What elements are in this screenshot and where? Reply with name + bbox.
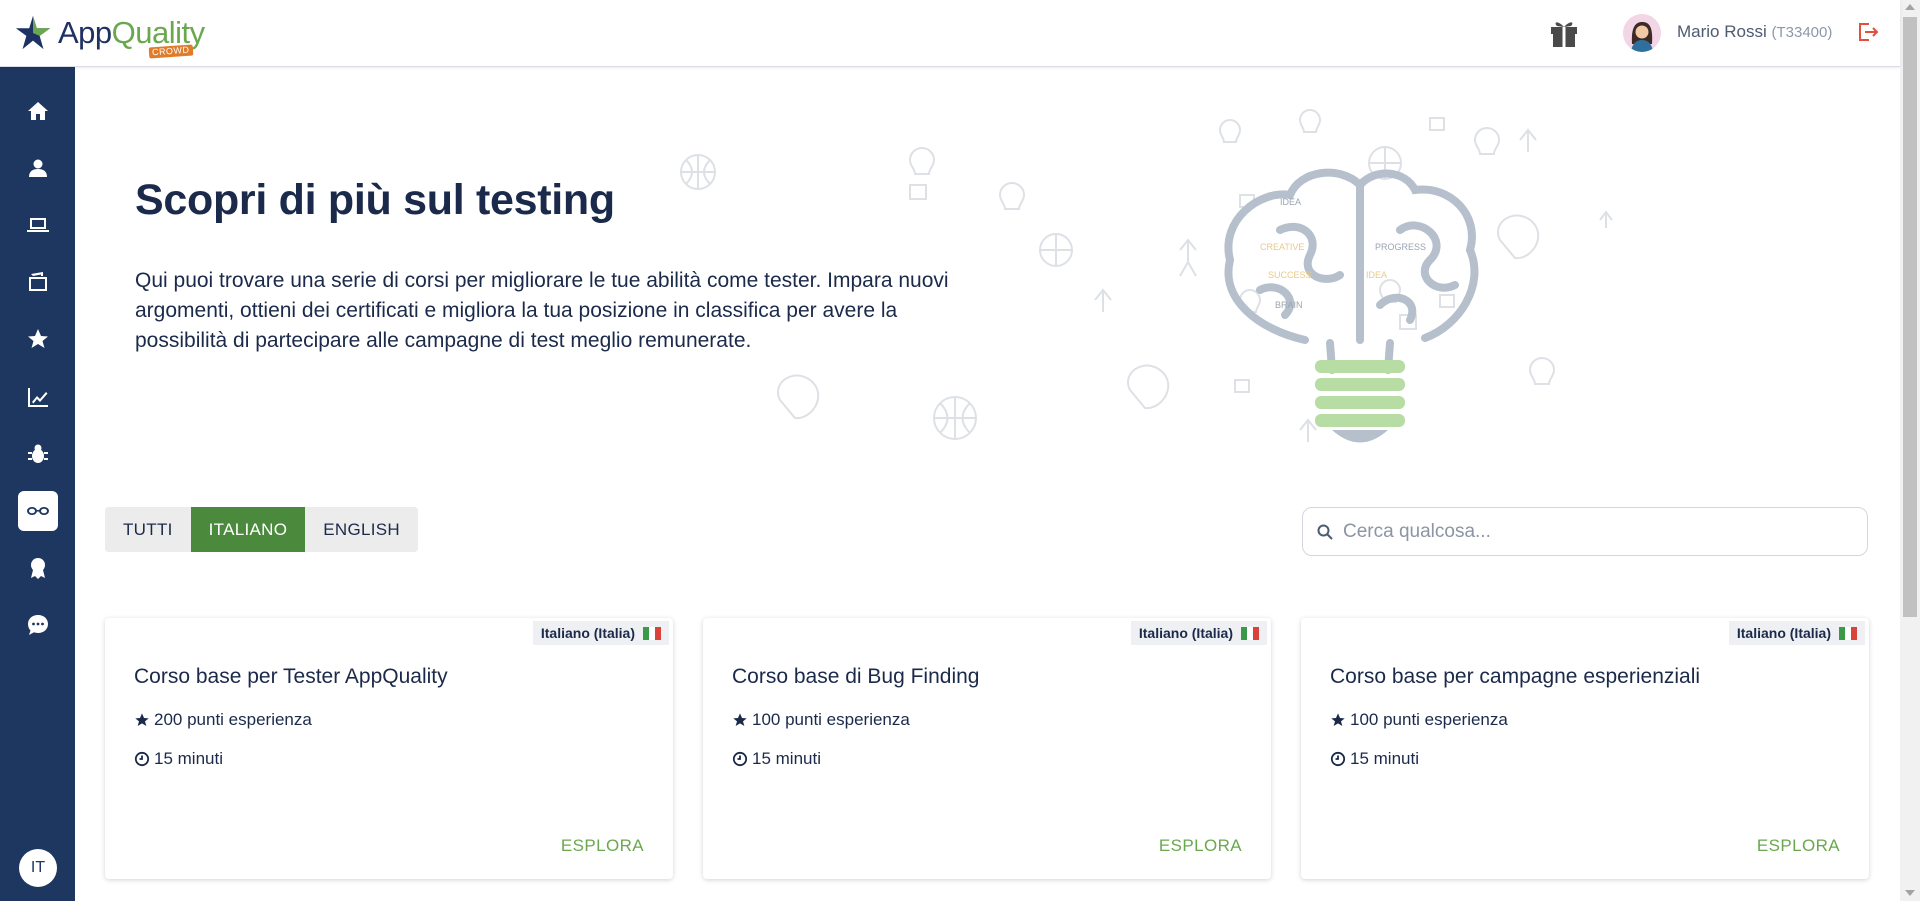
search-box <box>1302 507 1868 556</box>
language-filter-group: TUTTI ITALIANO ENGLISH <box>105 507 418 552</box>
language-badge: Italiano (Italia) <box>532 621 669 645</box>
course-duration: 15 minuti <box>1330 749 1419 769</box>
language-badge: Italiano (Italia) <box>1728 621 1865 645</box>
glasses-icon <box>27 506 49 516</box>
award-icon <box>31 558 45 579</box>
logo-crowd-badge: CROWD <box>148 44 193 59</box>
art-word-1: IDEA <box>1280 197 1301 207</box>
search-icon <box>1317 524 1333 540</box>
language-badge-text: Italiano (Italia) <box>1736 625 1831 641</box>
page-description: Qui puoi trovare una serie di corsi per … <box>135 269 949 352</box>
course-title: Corso base per campagne esperienziali <box>1330 665 1701 688</box>
course-duration-text: 15 minuti <box>154 749 223 768</box>
course-points-text: 100 punti esperienza <box>1350 710 1508 729</box>
language-badge-text: Italiano (Italia) <box>540 625 635 641</box>
sidebar-item-courses[interactable] <box>18 491 58 531</box>
scroll-up-arrow-icon[interactable] <box>1905 4 1915 10</box>
italy-flag-icon <box>1839 626 1857 640</box>
course-title: Corso base per Tester AppQuality <box>134 665 448 688</box>
page-title: Scopri di più sul testing <box>135 176 615 224</box>
course-points: 200 punti esperienza <box>134 710 312 730</box>
app-logo[interactable]: AppQuality CROWD <box>14 10 205 59</box>
bug-icon <box>28 444 48 463</box>
sidebar-item-badges[interactable] <box>18 548 58 588</box>
sidebar-item-messages[interactable] <box>18 605 58 645</box>
art-word-6: BRAIN <box>1275 300 1303 310</box>
logo-app-text: App <box>58 15 112 50</box>
explore-button[interactable]: ESPLORA <box>1757 836 1840 856</box>
course-points-text: 100 punti esperienza <box>752 710 910 729</box>
star-icon <box>28 329 48 348</box>
logo-star-icon <box>15 15 51 50</box>
course-card[interactable]: Italiano (Italia) Corso base di Bug Find… <box>703 618 1271 879</box>
user-icon <box>29 159 47 177</box>
clock-icon <box>134 751 150 767</box>
avatar[interactable] <box>1623 14 1661 52</box>
gift-icon[interactable] <box>1548 18 1580 48</box>
italy-flag-icon <box>643 626 661 640</box>
sidebar-item-experience[interactable] <box>18 319 58 359</box>
user-code: (T33400) <box>1771 24 1833 41</box>
art-word-5: IDEA <box>1366 270 1387 280</box>
italy-flag-icon <box>1241 626 1259 640</box>
sidebar-item-home[interactable] <box>18 91 58 131</box>
filter-italiano[interactable]: ITALIANO <box>190 507 306 552</box>
avatar-image <box>1623 14 1661 52</box>
course-card[interactable]: Italiano (Italia) Corso base per Tester … <box>105 618 673 879</box>
chart-icon <box>28 388 48 407</box>
sidebar-item-profile[interactable] <box>18 148 58 188</box>
home-icon <box>28 102 48 120</box>
search-input[interactable] <box>1343 520 1843 543</box>
course-duration: 15 minuti <box>134 749 223 769</box>
star-icon <box>733 713 747 726</box>
user-name[interactable]: Mario Rossi (T33400) <box>1677 22 1832 42</box>
star-icon <box>1331 713 1345 726</box>
course-duration: 15 minuti <box>732 749 821 769</box>
course-points: 100 punti esperienza <box>732 710 910 730</box>
art-word-4: SUCCESS <box>1268 270 1312 280</box>
scroll-down-arrow-icon[interactable] <box>1905 890 1915 896</box>
explore-button[interactable]: ESPLORA <box>1159 836 1242 856</box>
laptop-icon <box>27 218 49 232</box>
star-icon <box>135 713 149 726</box>
course-title: Corso base di Bug Finding <box>732 665 980 688</box>
sidebar-item-bugs[interactable] <box>18 434 58 474</box>
language-badge-text: Italiano (Italia) <box>1138 625 1233 641</box>
course-duration-text: 15 minuti <box>752 749 821 768</box>
language-badge: Italiano (Italia) <box>1130 621 1267 645</box>
sidebar-item-devices[interactable] <box>18 205 58 245</box>
filter-english[interactable]: ENGLISH <box>305 507 418 552</box>
user-name-text: Mario Rossi <box>1677 22 1767 41</box>
course-points: 100 punti esperienza <box>1330 710 1508 730</box>
sidebar-item-wallet[interactable] <box>18 262 58 302</box>
wallet-icon <box>29 272 47 291</box>
course-points-text: 200 punti esperienza <box>154 710 312 729</box>
top-bar: AppQuality CROWD Mario Rossi (T33400) <box>0 0 1900 67</box>
logout-icon[interactable] <box>1855 20 1879 44</box>
art-word-2: CREATIVE <box>1260 242 1304 252</box>
explore-button[interactable]: ESPLORA <box>561 836 644 856</box>
course-card[interactable]: Italiano (Italia) Corso base per campagn… <box>1301 618 1869 879</box>
clock-icon <box>1330 751 1346 767</box>
logo-wordmark: AppQuality CROWD <box>58 15 205 59</box>
chat-icon <box>28 615 48 635</box>
art-word-3: PROGRESS <box>1375 242 1426 252</box>
scroll-thumb[interactable] <box>1903 17 1917 617</box>
sidebar-item-stats[interactable] <box>18 377 58 417</box>
filter-tutti[interactable]: TUTTI <box>105 507 191 552</box>
language-switcher[interactable]: IT <box>19 849 57 887</box>
course-duration-text: 15 minuti <box>1350 749 1419 768</box>
clock-icon <box>732 751 748 767</box>
sidebar: IT <box>0 67 75 901</box>
